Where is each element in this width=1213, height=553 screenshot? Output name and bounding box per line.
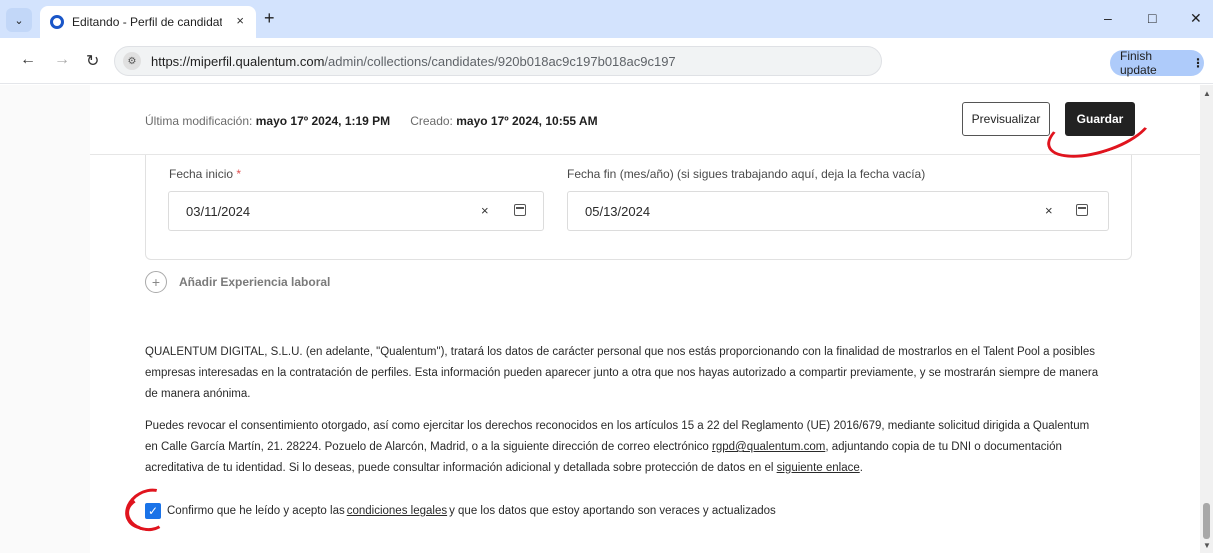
add-work-experience-label: Añadir Experiencia laboral	[179, 275, 331, 289]
legal-consent: ✓ Confirmo que he leído y acepto las con…	[145, 503, 776, 519]
document-meta: Última modificación: mayo 17º 2024, 1:19…	[145, 114, 598, 128]
close-window-button[interactable]: ✕	[1190, 10, 1202, 27]
minimize-button[interactable]: –	[1104, 10, 1112, 26]
calendar-icon[interactable]	[1076, 204, 1088, 216]
sidebar-area	[0, 85, 90, 553]
plus-icon: +	[145, 271, 167, 293]
new-tab-button[interactable]: +	[264, 8, 275, 29]
address-bar[interactable]: ⚙ https://miperfil.qualentum.com/admin/c…	[114, 46, 882, 76]
finish-update-button[interactable]: Finish update ⋮	[1110, 49, 1204, 77]
privacy-paragraph-1: QUALENTUM DIGITAL, S.L.U. (en adelante, …	[145, 346, 1099, 400]
scroll-thumb[interactable]	[1203, 503, 1210, 539]
calendar-icon[interactable]	[514, 204, 526, 216]
tab-search-button[interactable]: ⌄	[6, 8, 32, 32]
maximize-button[interactable]: □	[1148, 10, 1156, 26]
forward-arrow-icon[interactable]: →	[54, 51, 70, 69]
page-scrollbar[interactable]: ▲ ▼	[1200, 85, 1213, 553]
tab-title: Editando - Perfil de candidato -	[72, 15, 222, 29]
start-date-field[interactable]: 03/11/2024 ×	[168, 191, 544, 231]
start-date-label: Fecha inicio *	[169, 167, 242, 181]
scroll-down-icon[interactable]: ▼	[1203, 541, 1211, 550]
legal-conditions-link[interactable]: condiciones legales	[347, 505, 447, 517]
clear-end-date-icon[interactable]: ×	[1045, 203, 1053, 218]
page-content: Última modificación: mayo 17º 2024, 1:19…	[0, 85, 1200, 553]
site-info-icon[interactable]: ⚙	[123, 52, 141, 70]
end-date-field[interactable]: 05/13/2024 ×	[567, 191, 1109, 231]
document-header: Última modificación: mayo 17º 2024, 1:19…	[90, 85, 1200, 169]
clear-start-date-icon[interactable]: ×	[481, 203, 489, 218]
privacy-paragraph-2: Puedes revocar el consentimiento otorgad…	[145, 420, 1090, 474]
browser-toolbar: ← → ↻ ⚙ https://miperfil.qualentum.com/a…	[0, 38, 1213, 84]
start-date-value: 03/11/2024	[186, 204, 251, 219]
privacy-email-link[interactable]: rgpd@qualentum.com	[712, 441, 825, 453]
work-experience-card: Fecha inicio * 03/11/2024 × Fecha fin (m…	[145, 155, 1132, 260]
browser-tab[interactable]: Editando - Perfil de candidato - ×	[40, 6, 256, 38]
scroll-up-icon[interactable]: ▲	[1203, 89, 1211, 98]
back-arrow-icon[interactable]: ←	[20, 51, 36, 69]
tab-close-icon[interactable]: ×	[236, 13, 244, 28]
reload-icon[interactable]: ↻	[86, 51, 99, 71]
address-url: https://miperfil.qualentum.com/admin/col…	[151, 53, 676, 69]
end-date-label: Fecha fin (mes/año) (si sigues trabajand…	[567, 167, 926, 181]
qualentum-favicon-icon	[50, 15, 64, 29]
end-date-value: 05/13/2024	[585, 204, 651, 219]
add-work-experience-button[interactable]: + Añadir Experiencia laboral	[145, 271, 330, 293]
browser-tab-bar: ⌄ Editando - Perfil de candidato - × + –…	[0, 0, 1213, 38]
more-options-icon: ⋮	[1192, 56, 1204, 70]
preview-button[interactable]: Previsualizar	[962, 102, 1050, 136]
privacy-info-link[interactable]: siguiente enlace	[777, 462, 860, 474]
